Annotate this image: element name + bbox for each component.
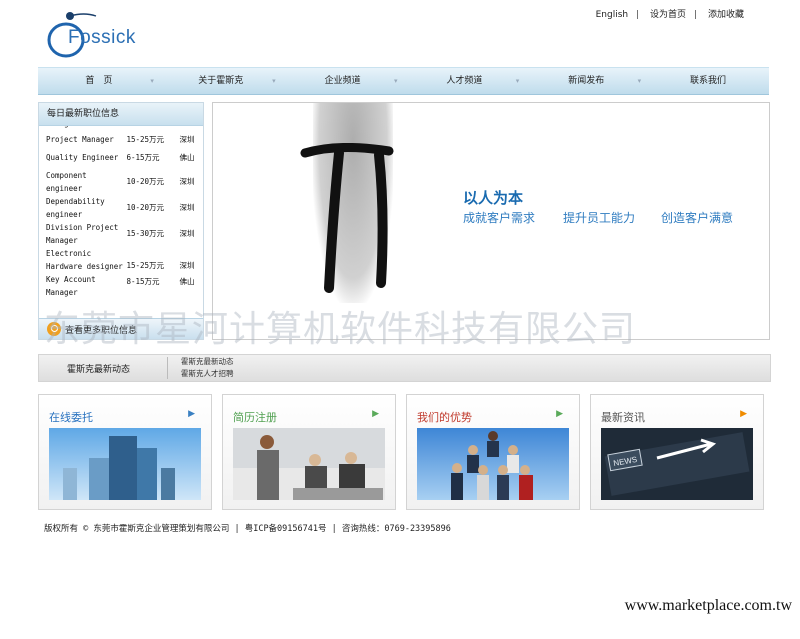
card-title: 最新资讯 <box>601 411 645 424</box>
nav-item-enterprise[interactable]: 企业频道 ▾ <box>282 68 404 94</box>
site-watermark: www.marketplace.com.tw <box>624 597 792 614</box>
jobs-panel-title: 每日最新职位信息 <box>39 103 203 126</box>
nav-item-news[interactable]: 新闻发布 ▾ <box>525 68 647 94</box>
banner-brush-figure-icon <box>300 143 394 293</box>
slogan-1: 成就客户需求 <box>463 211 536 225</box>
arrow-right-icon: ▶ <box>740 409 747 419</box>
job-row[interactable]: Dependability engineer 10-20万元 深圳 <box>39 195 203 221</box>
slogan-3: 创造客户满意 <box>661 211 734 225</box>
news-sign-image: NEWS <box>601 428 753 500</box>
job-row[interactable]: Key Account Manager 8-15万元 佛山 <box>39 273 203 299</box>
set-homepage-link[interactable]: 设为首页 <box>646 10 690 20</box>
footer-copyright: 版权所有 © 东莞市霍斯克企业管理策划有限公司 | 粤ICP备09156741号… <box>44 524 451 534</box>
nav-item-talent[interactable]: 人才频道 ▾ <box>403 68 525 94</box>
chevron-down-icon: ▾ <box>393 77 398 85</box>
job-row[interactable]: Project Manager 15-25万元 深圳 <box>39 133 203 146</box>
arrow-right-icon: ▶ <box>372 409 379 419</box>
chevron-down-icon: ▾ <box>272 77 276 85</box>
chevron-down-icon: ▾ <box>515 77 520 85</box>
team-image <box>417 428 569 500</box>
job-list: Manager Project Manager15-25万元深圳 Quality… <box>39 117 203 299</box>
card-resume-register[interactable]: 简历注册 ▶ <box>222 394 396 510</box>
job-row[interactable]: Quality Engineer 6-15万元 佛山 <box>39 151 203 164</box>
slogan-main: 以人为本 <box>463 189 524 207</box>
card-our-advantage[interactable]: 我们的优势 ▶ <box>406 394 580 510</box>
nav-item-home[interactable]: 首 页 ▾ <box>38 68 160 94</box>
add-favorite-link[interactable]: 添加收藏 <box>704 10 748 20</box>
card-title: 在线委托 <box>49 411 93 424</box>
card-title: 我们的优势 <box>417 411 472 424</box>
slogan-2: 提升员工能力 <box>563 211 636 225</box>
main-nav: 首 页 ▾ 关于霍斯克 ▾ 企业频道 ▾ 人才频道 ▾ 新闻发布 ▾ 联系我们 <box>38 67 769 95</box>
card-title: 简历注册 <box>233 411 277 424</box>
job-row[interactable]: Electronic Hardware designer 15-25万元 深圳 <box>39 247 203 273</box>
news-bar-label: 霍斯克最新动态 <box>67 365 131 375</box>
news-bar: 霍斯克最新动态 霍斯克最新动态 霍斯克人才招聘 <box>38 354 771 382</box>
card-online-entrust[interactable]: 在线委托 ▶ <box>38 394 212 510</box>
buildings-image <box>49 428 201 500</box>
top-links: English | 设为首页 | 添加收藏 <box>592 7 748 20</box>
job-row[interactable]: Component engineer 10-20万元 深圳 <box>39 169 203 195</box>
handshake-image <box>233 428 385 500</box>
news-item[interactable]: 霍斯克人才招聘 <box>181 368 234 379</box>
nav-item-about[interactable]: 关于霍斯克 ▾ <box>160 68 282 94</box>
job-row[interactable]: Division Project Manager 15-30万元 深圳 <box>39 221 203 247</box>
arrow-right-icon: ▶ <box>556 409 563 419</box>
chevron-down-icon: ▾ <box>150 77 154 85</box>
logo[interactable]: Fossick <box>44 10 164 62</box>
divider <box>167 357 168 379</box>
nav-item-contact[interactable]: 联系我们 <box>647 68 769 94</box>
watermark: 东莞市星河计算机软件科技有限公司 <box>44 309 637 350</box>
arrow-right-icon: ▶ <box>188 409 195 419</box>
chevron-down-icon: ▾ <box>637 77 642 85</box>
english-link[interactable]: English <box>592 10 633 20</box>
news-item[interactable]: 霍斯克最新动态 <box>181 356 234 367</box>
card-latest-news[interactable]: 最新资讯 ▶ NEWS <box>590 394 764 510</box>
brand-name: Fossick <box>68 27 136 48</box>
